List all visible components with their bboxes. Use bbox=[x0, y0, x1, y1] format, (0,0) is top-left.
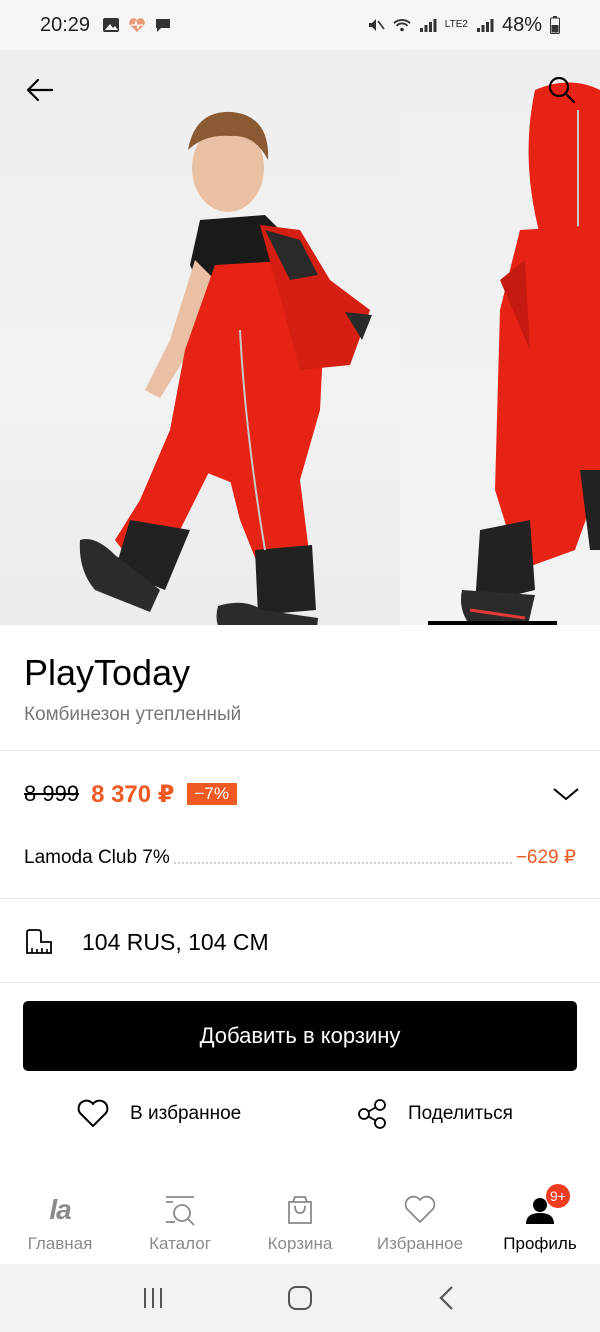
battery-icon bbox=[550, 16, 560, 34]
chevron-left-icon bbox=[439, 1286, 453, 1310]
product-name: Комбинезон утепленный bbox=[24, 704, 242, 725]
current-price: 8 370 ₽ bbox=[91, 780, 175, 808]
gallery-icon bbox=[103, 18, 120, 32]
gallery-progress-indicator bbox=[428, 621, 557, 625]
club-label: Lamoda Club 7% bbox=[24, 847, 170, 868]
divider bbox=[0, 750, 600, 751]
cart-icon bbox=[286, 1192, 314, 1228]
nav-profile[interactable]: 9+ Профиль bbox=[480, 1180, 600, 1264]
price-row[interactable]: 8 999 8 370 ₽ −7% bbox=[24, 778, 580, 810]
ruler-icon bbox=[24, 926, 56, 958]
nav-cart[interactable]: Корзина bbox=[240, 1180, 360, 1264]
size-selector[interactable]: 104 RUS, 104 CM bbox=[24, 922, 269, 962]
notification-badge: 9+ bbox=[546, 1184, 570, 1208]
system-navigation-bar bbox=[0, 1264, 600, 1332]
nav-label: Избранное bbox=[376, 1234, 464, 1253]
status-time: 20:29 bbox=[40, 13, 91, 36]
system-back-button[interactable] bbox=[427, 1278, 467, 1318]
network-label: LTE2 bbox=[444, 19, 468, 30]
brand-name[interactable]: PlayToday bbox=[24, 652, 190, 694]
status-right: LTE2 48% bbox=[367, 14, 560, 37]
product-gallery[interactable] bbox=[0, 50, 600, 625]
back-button[interactable] bbox=[22, 72, 58, 108]
nav-label: Каталог bbox=[149, 1234, 211, 1253]
arrow-left-icon bbox=[26, 78, 54, 102]
message-icon bbox=[156, 19, 171, 32]
heart-icon bbox=[403, 1192, 437, 1228]
signal-icon bbox=[419, 19, 437, 32]
nav-label: Корзина bbox=[267, 1234, 333, 1253]
mute-icon bbox=[368, 19, 385, 31]
club-discount-value: −629 ₽ bbox=[515, 847, 576, 868]
home-icon bbox=[287, 1286, 312, 1310]
share-icon bbox=[358, 1099, 386, 1129]
expand-price-button[interactable] bbox=[552, 780, 580, 808]
nav-home[interactable]: la Главная bbox=[0, 1180, 120, 1264]
home-button[interactable] bbox=[280, 1278, 320, 1318]
old-price: 8 999 bbox=[24, 781, 80, 806]
heart-icon bbox=[77, 1099, 109, 1127]
battery-percent: 48% bbox=[501, 13, 542, 36]
add-to-cart-button[interactable]: Добавить в корзину bbox=[23, 1001, 577, 1071]
logo-text: la bbox=[49, 1194, 71, 1225]
search-icon bbox=[548, 76, 576, 104]
wifi-icon bbox=[393, 19, 411, 32]
search-button[interactable] bbox=[544, 72, 580, 108]
chevron-down-icon bbox=[553, 788, 579, 801]
status-bar: 20:29 LTE2 48% bbox=[0, 0, 600, 50]
child-in-red-jumpsuit-illustration bbox=[79, 111, 372, 625]
discount-badge: −7% bbox=[186, 783, 237, 805]
dotted-leader bbox=[173, 862, 512, 864]
selected-size: 104 RUS, 104 CM bbox=[82, 928, 269, 955]
nav-catalog[interactable]: Каталог bbox=[120, 1180, 240, 1264]
signal-icon-2 bbox=[476, 19, 494, 32]
health-icon bbox=[129, 18, 145, 32]
nav-favorites[interactable]: Избранное bbox=[360, 1180, 480, 1264]
divider bbox=[0, 982, 600, 983]
product-photo-main[interactable] bbox=[0, 50, 400, 625]
bottom-navigation: la Главная Каталог Корзина Избранное 9+ … bbox=[0, 1180, 600, 1264]
lamoda-logo-icon: la bbox=[49, 1192, 71, 1228]
share-label: Поделиться bbox=[408, 1103, 513, 1124]
recent-apps-button[interactable] bbox=[133, 1278, 173, 1318]
divider bbox=[0, 898, 600, 899]
favorites-label: В избранное bbox=[130, 1103, 242, 1124]
product-photo-second[interactable] bbox=[400, 50, 600, 625]
recent-apps-icon bbox=[144, 1288, 163, 1308]
child-back-view-illustration bbox=[461, 82, 600, 625]
lamoda-club-row: Lamoda Club 7% −629 ₽ bbox=[24, 843, 576, 869]
add-to-favorites-button[interactable]: В избранное bbox=[76, 1094, 241, 1134]
share-button[interactable]: Поделиться bbox=[356, 1094, 513, 1134]
catalog-icon bbox=[163, 1192, 197, 1228]
nav-label: Главная bbox=[27, 1234, 93, 1253]
nav-label: Профиль bbox=[503, 1234, 577, 1253]
notification-icons bbox=[102, 17, 172, 33]
